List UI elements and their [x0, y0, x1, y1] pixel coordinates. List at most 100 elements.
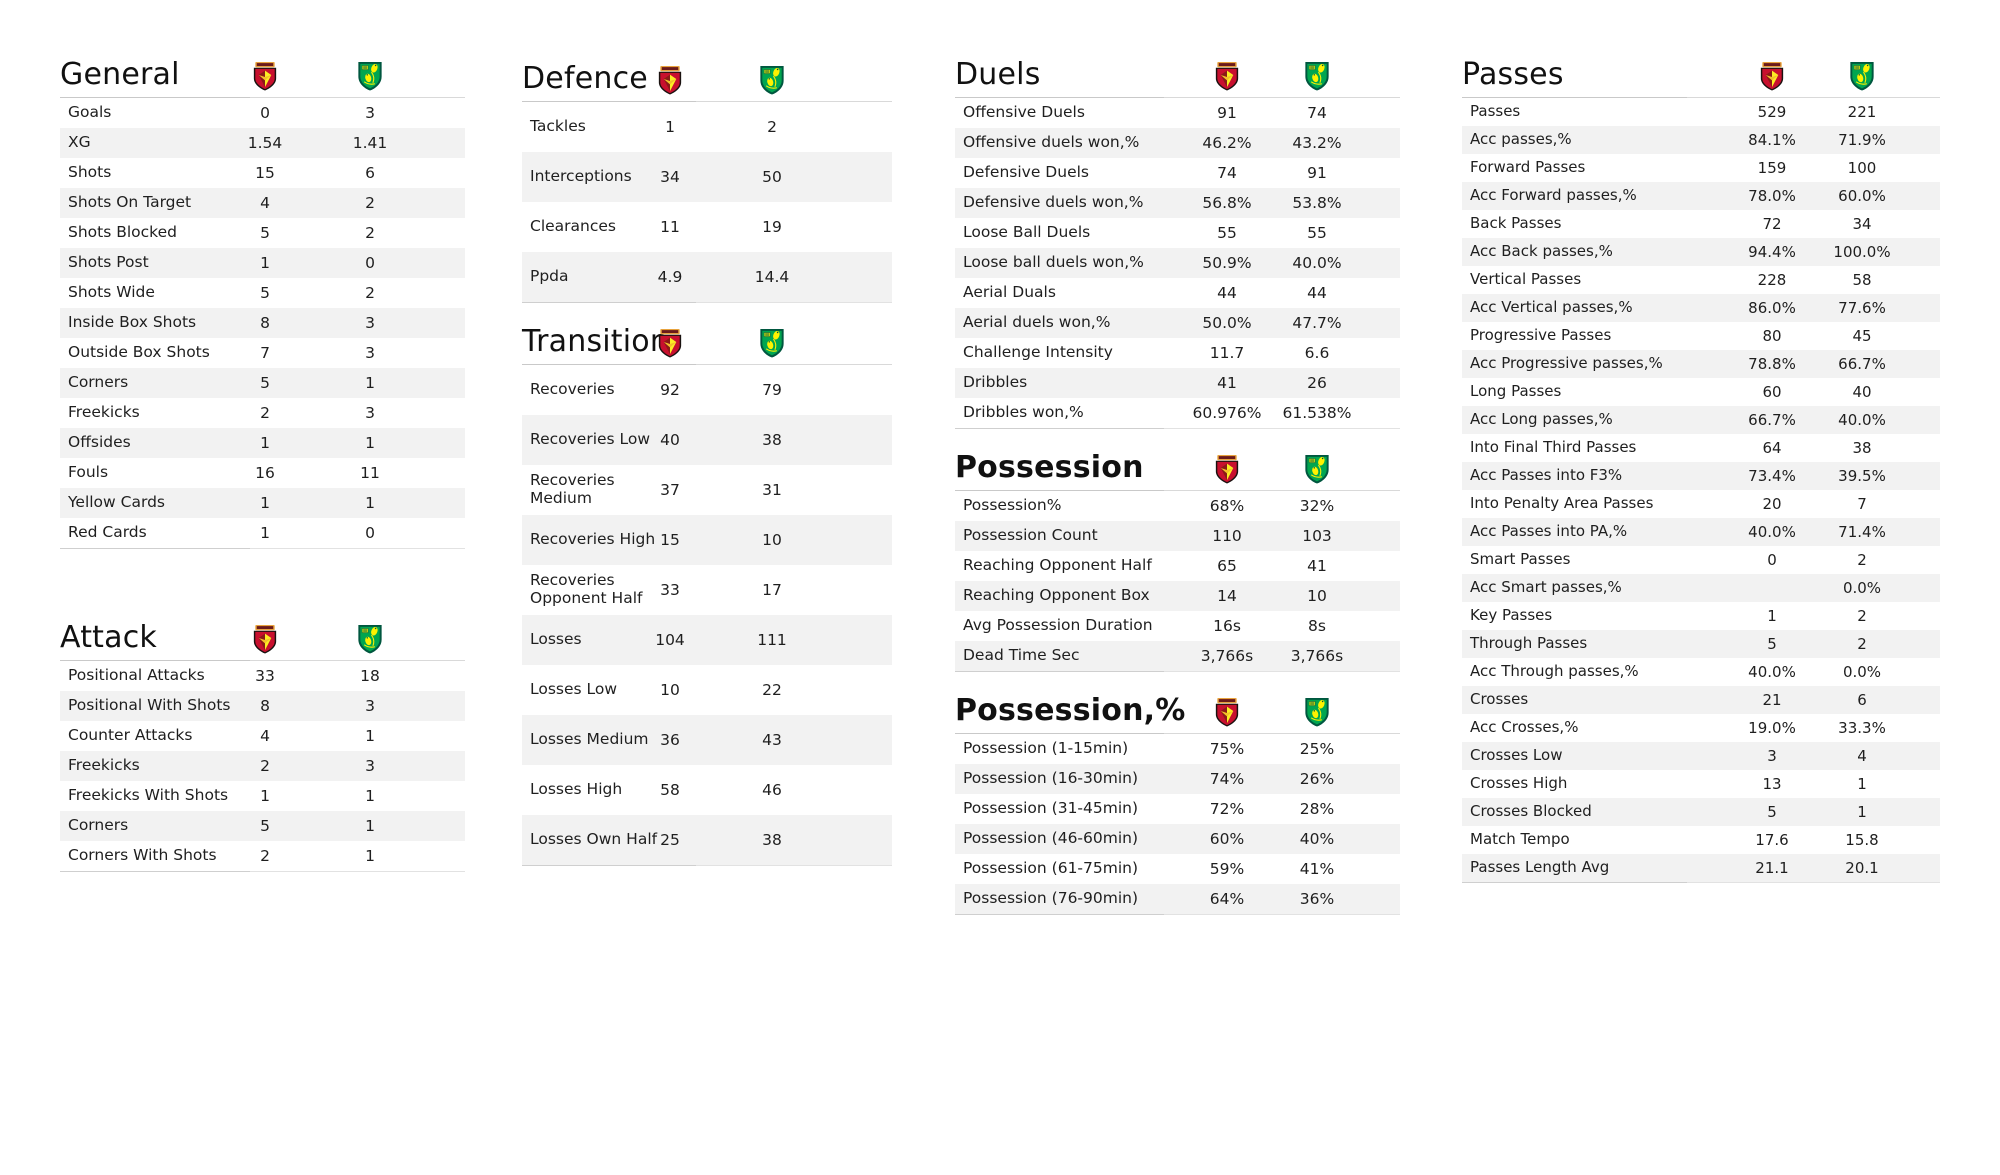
table-row: Interceptions 34 50 [522, 152, 892, 202]
stat-label: Red Cards [68, 523, 147, 542]
table-row: Loose Ball Duels 55 55 [955, 218, 1400, 248]
table-row: Outside Box Shots 7 3 [60, 338, 465, 368]
stat-label: XG [68, 133, 91, 152]
home-team-value: 94.4% [1748, 243, 1796, 261]
table-row: Crosses 21 6 [1462, 686, 1940, 714]
home-team-value: 59% [1209, 860, 1245, 878]
home-team-value: 21 [1762, 691, 1782, 709]
away-team-value: 34 [1852, 215, 1872, 233]
stat-label: Corners With Shots [68, 846, 217, 865]
away-team-value: 0 [365, 254, 375, 272]
stat-label: Possession% [963, 496, 1062, 515]
table-row: Recoveries Medium 37 31 [522, 465, 892, 515]
stat-label: Losses [530, 630, 582, 649]
table-row: Freekicks 2 3 [60, 398, 465, 428]
home-team-value: 74 [1217, 164, 1237, 182]
stat-label: Long Passes [1470, 382, 1562, 401]
section-header: General [60, 44, 465, 92]
away-team-value: 7 [1857, 495, 1867, 513]
table-row: Into Final Third Passes 64 38 [1462, 434, 1940, 462]
stat-label: Acc Vertical passes,% [1470, 298, 1633, 317]
table-row: Recoveries 92 79 [522, 365, 892, 415]
away-team-value: 6 [365, 164, 375, 182]
watford-crest [1215, 454, 1239, 484]
table-row: Tackles 1 2 [522, 102, 892, 152]
stat-label: Recoveries Low [530, 430, 651, 449]
home-team-value: 91 [1217, 104, 1237, 122]
away-team-value: 14.4 [754, 268, 790, 286]
stat-label: Acc Passes into PA,% [1470, 522, 1628, 541]
table-row: Through Passes 5 2 [1462, 630, 1940, 658]
home-team-value: 40.0% [1748, 663, 1796, 681]
home-team-crest-slot [653, 319, 687, 359]
watford-crest [253, 624, 277, 654]
stat-label: Freekicks [68, 403, 140, 422]
away-team-value: 26 [1307, 374, 1327, 392]
home-team-value: 56.8% [1202, 194, 1252, 212]
table-row: Inside Box Shots 8 3 [60, 308, 465, 338]
stat-label: Forward Passes [1470, 158, 1586, 177]
table-row: Possession Count 110 103 [955, 521, 1400, 551]
stat-label: Key Passes [1470, 606, 1553, 625]
table-row: Passes Length Avg 21.1 20.1 [1462, 854, 1940, 882]
stat-label: Tackles [530, 117, 586, 136]
home-team-value: 50.9% [1202, 254, 1252, 272]
home-team-value: 55 [1217, 224, 1237, 242]
section-possession: Possession Possession% 68% 32% Possession Co… [955, 437, 1400, 672]
section-title: Defence [522, 61, 648, 96]
away-team-value: 39.5% [1838, 467, 1886, 485]
stat-label: Passes [1470, 102, 1521, 121]
away-team-crest-slot [755, 56, 789, 96]
table-row: Shots Blocked 5 2 [60, 218, 465, 248]
table-row: Losses Medium 36 43 [522, 715, 892, 765]
home-team-value: 73.4% [1748, 467, 1796, 485]
section-defence: Defence Tackles 1 2 Interceptions 34 50 Clearan… [522, 48, 892, 303]
away-team-value: 1 [1857, 803, 1867, 821]
watford-crest [658, 65, 682, 95]
stat-label: Smart Passes [1470, 550, 1571, 569]
away-team-crest-slot [1300, 445, 1334, 485]
norwich-city-crest [1304, 454, 1330, 485]
away-team-value: 4 [1857, 747, 1867, 765]
table-row: Long Passes 60 40 [1462, 378, 1940, 406]
section-header: Possession [955, 437, 1400, 485]
stat-label: Possession (76-90min) [963, 889, 1139, 908]
home-team-value: 1 [260, 434, 270, 452]
table-row: Offsides 1 1 [60, 428, 465, 458]
away-team-value: 2 [1857, 551, 1867, 569]
table-footer-rule [955, 914, 1400, 915]
table-row: Aerial Duals 44 44 [955, 278, 1400, 308]
stat-label: Clearances [530, 217, 616, 236]
table-row: Crosses High 13 1 [1462, 770, 1940, 798]
home-team-value: 19.0% [1748, 719, 1796, 737]
stat-label: Progressive Passes [1470, 326, 1612, 345]
table-row: Fouls 16 11 [60, 458, 465, 488]
stat-label: Freekicks With Shots [68, 786, 229, 805]
home-team-value: 64 [1762, 439, 1782, 457]
table-row: Corners With Shots 2 1 [60, 841, 465, 871]
table-row: Recoveries Low 40 38 [522, 415, 892, 465]
stat-label: Freekicks [68, 756, 140, 775]
away-team-value: 40.0% [1838, 411, 1886, 429]
table-row: Possession (1-15min) 75% 25% [955, 734, 1400, 764]
home-team-value: 40.0% [1748, 523, 1796, 541]
table-footer-rule [60, 548, 465, 549]
table-row: Red Cards 1 0 [60, 518, 465, 548]
away-team-value: 2 [365, 194, 375, 212]
table-row: Freekicks 2 3 [60, 751, 465, 781]
away-team-value: 1.41 [352, 134, 388, 152]
home-team-value: 1 [665, 118, 675, 136]
stat-label: Shots Blocked [68, 223, 177, 242]
table-row: Recoveries Opponent Half 33 17 [522, 565, 892, 615]
stat-label: Inside Box Shots [68, 313, 197, 332]
stat-label: Crosses [1470, 690, 1529, 709]
stat-label: Crosses Low [1470, 746, 1563, 765]
stat-label: Recoveries [530, 380, 615, 399]
home-team-value: 72% [1209, 800, 1245, 818]
stat-label: Dead Time Sec [963, 646, 1080, 665]
home-team-value: 11 [660, 218, 680, 236]
away-team-value: 40.0% [1292, 254, 1342, 272]
section-title: Transition [522, 324, 670, 359]
away-team-value: 26% [1299, 770, 1335, 788]
home-team-value: 16 [255, 464, 275, 482]
